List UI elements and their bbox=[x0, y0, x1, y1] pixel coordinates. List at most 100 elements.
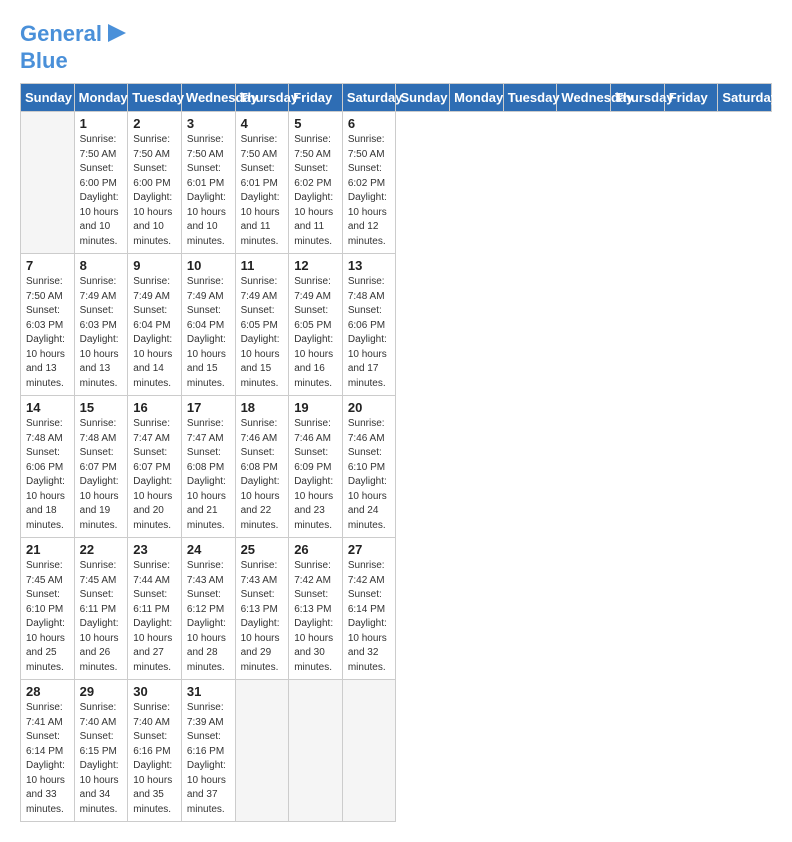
header-friday: Friday bbox=[289, 84, 343, 112]
day-number: 19 bbox=[294, 400, 337, 415]
calendar-cell: 27 Sunrise: 7:42 AMSunset: 6:14 PMDayligh… bbox=[342, 538, 396, 680]
day-number: 22 bbox=[80, 542, 123, 557]
logo-blue-text: Blue bbox=[20, 49, 68, 73]
day-info: Sunrise: 7:50 AMSunset: 6:01 PMDaylight:… bbox=[241, 133, 284, 249]
header-saturday: Saturday bbox=[342, 84, 396, 112]
day-number: 10 bbox=[187, 258, 230, 273]
calendar-cell: 2 Sunrise: 7:50 AMSunset: 6:00 PMDaylight… bbox=[128, 112, 182, 254]
calendar-cell bbox=[289, 680, 343, 822]
calendar-cell: 13 Sunrise: 7:48 AMSunset: 6:06 PMDayligh… bbox=[342, 254, 396, 396]
day-number: 20 bbox=[348, 400, 391, 415]
day-info: Sunrise: 7:49 AMSunset: 6:04 PMDaylight:… bbox=[187, 275, 230, 391]
day-number: 2 bbox=[133, 116, 176, 131]
calendar-cell: 5 Sunrise: 7:50 AMSunset: 6:02 PMDaylight… bbox=[289, 112, 343, 254]
calendar-week-5: 28Sunrise: 7:41 AMSunset: 6:14 PMDayligh… bbox=[21, 680, 772, 822]
day-info: Sunrise: 7:49 AMSunset: 6:05 PMDaylight:… bbox=[241, 275, 284, 391]
header-sunday: Sunday bbox=[21, 84, 75, 112]
day-number: 18 bbox=[241, 400, 284, 415]
calendar-cell: 23 Sunrise: 7:44 AMSunset: 6:11 PMDayligh… bbox=[128, 538, 182, 680]
calendar-cell: 14Sunrise: 7:48 AMSunset: 6:06 PMDayligh… bbox=[21, 396, 75, 538]
day-info: Sunrise: 7:42 AMSunset: 6:13 PMDaylight:… bbox=[294, 559, 337, 675]
col-header-friday: Friday bbox=[664, 84, 718, 112]
col-header-wednesday: Wednesday bbox=[557, 84, 611, 112]
calendar-table: SundayMondayTuesdayWednesdayThursdayFrid… bbox=[20, 83, 772, 822]
calendar-cell: 30Sunrise: 7:40 AMSunset: 6:16 PMDayligh… bbox=[128, 680, 182, 822]
calendar-cell: 19Sunrise: 7:46 AMSunset: 6:09 PMDayligh… bbox=[289, 396, 343, 538]
day-info: Sunrise: 7:47 AMSunset: 6:07 PMDaylight:… bbox=[133, 417, 176, 533]
calendar-cell: 25 Sunrise: 7:43 AMSunset: 6:13 PMDayligh… bbox=[235, 538, 289, 680]
day-number: 25 bbox=[241, 542, 284, 557]
day-number: 7 bbox=[26, 258, 69, 273]
day-number: 23 bbox=[133, 542, 176, 557]
logo-arrow-icon bbox=[106, 22, 128, 44]
day-info: Sunrise: 7:50 AMSunset: 6:00 PMDaylight:… bbox=[133, 133, 176, 249]
day-number: 3 bbox=[187, 116, 230, 131]
day-info: Sunrise: 7:40 AMSunset: 6:15 PMDaylight:… bbox=[80, 701, 123, 817]
day-info: Sunrise: 7:49 AMSunset: 6:03 PMDaylight:… bbox=[80, 275, 123, 391]
calendar-cell: 31 Sunrise: 7:39 AMSunset: 6:16 PMDayligh… bbox=[181, 680, 235, 822]
day-number: 31 bbox=[187, 684, 230, 699]
calendar-cell: 9Sunrise: 7:49 AMSunset: 6:04 PMDaylight… bbox=[128, 254, 182, 396]
day-info: Sunrise: 7:50 AMSunset: 6:02 PMDaylight:… bbox=[294, 133, 337, 249]
calendar-cell: 20 Sunrise: 7:46 AMSunset: 6:10 PMDayligh… bbox=[342, 396, 396, 538]
col-header-thursday: Thursday bbox=[611, 84, 665, 112]
day-info: Sunrise: 7:50 AMSunset: 6:02 PMDaylight:… bbox=[348, 133, 391, 249]
day-info: Sunrise: 7:47 AMSunset: 6:08 PMDaylight:… bbox=[187, 417, 230, 533]
day-number: 12 bbox=[294, 258, 337, 273]
col-header-tuesday: Tuesday bbox=[503, 84, 557, 112]
calendar-cell: 8 Sunrise: 7:49 AMSunset: 6:03 PMDaylight… bbox=[74, 254, 128, 396]
calendar-week-4: 21Sunrise: 7:45 AMSunset: 6:10 PMDayligh… bbox=[21, 538, 772, 680]
day-info: Sunrise: 7:42 AMSunset: 6:14 PMDaylight:… bbox=[348, 559, 391, 675]
calendar-cell: 10 Sunrise: 7:49 AMSunset: 6:04 PMDayligh… bbox=[181, 254, 235, 396]
day-info: Sunrise: 7:44 AMSunset: 6:11 PMDaylight:… bbox=[133, 559, 176, 675]
day-number: 11 bbox=[241, 258, 284, 273]
day-info: Sunrise: 7:48 AMSunset: 6:06 PMDaylight:… bbox=[348, 275, 391, 391]
calendar-week-2: 7Sunrise: 7:50 AMSunset: 6:03 PMDaylight… bbox=[21, 254, 772, 396]
header-thursday: Thursday bbox=[235, 84, 289, 112]
day-info: Sunrise: 7:41 AMSunset: 6:14 PMDaylight:… bbox=[26, 701, 69, 817]
day-info: Sunrise: 7:45 AMSunset: 6:10 PMDaylight:… bbox=[26, 559, 69, 675]
calendar-cell: 12Sunrise: 7:49 AMSunset: 6:05 PMDayligh… bbox=[289, 254, 343, 396]
calendar-cell bbox=[21, 112, 75, 254]
calendar-week-1: 1 Sunrise: 7:50 AMSunset: 6:00 PMDaylight… bbox=[21, 112, 772, 254]
day-info: Sunrise: 7:40 AMSunset: 6:16 PMDaylight:… bbox=[133, 701, 176, 817]
day-info: Sunrise: 7:43 AMSunset: 6:13 PMDaylight:… bbox=[241, 559, 284, 675]
header-tuesday: Tuesday bbox=[128, 84, 182, 112]
day-info: Sunrise: 7:46 AMSunset: 6:10 PMDaylight:… bbox=[348, 417, 391, 533]
calendar-cell: 4Sunrise: 7:50 AMSunset: 6:01 PMDaylight… bbox=[235, 112, 289, 254]
day-number: 8 bbox=[80, 258, 123, 273]
calendar-cell bbox=[342, 680, 396, 822]
calendar-cell: 22Sunrise: 7:45 AMSunset: 6:11 PMDayligh… bbox=[74, 538, 128, 680]
header-monday: Monday bbox=[74, 84, 128, 112]
logo-text: General bbox=[20, 22, 102, 46]
calendar-cell: 16 Sunrise: 7:47 AMSunset: 6:07 PMDayligh… bbox=[128, 396, 182, 538]
day-number: 15 bbox=[80, 400, 123, 415]
day-number: 17 bbox=[187, 400, 230, 415]
page-header: General Blue bbox=[20, 20, 772, 73]
day-info: Sunrise: 7:46 AMSunset: 6:08 PMDaylight:… bbox=[241, 417, 284, 533]
calendar-cell: 7Sunrise: 7:50 AMSunset: 6:03 PMDaylight… bbox=[21, 254, 75, 396]
day-info: Sunrise: 7:39 AMSunset: 6:16 PMDaylight:… bbox=[187, 701, 230, 817]
day-number: 13 bbox=[348, 258, 391, 273]
day-number: 5 bbox=[294, 116, 337, 131]
day-number: 29 bbox=[80, 684, 123, 699]
calendar-cell: 18 Sunrise: 7:46 AMSunset: 6:08 PMDayligh… bbox=[235, 396, 289, 538]
day-info: Sunrise: 7:50 AMSunset: 6:00 PMDaylight:… bbox=[80, 133, 123, 249]
day-number: 24 bbox=[187, 542, 230, 557]
calendar-cell: 6Sunrise: 7:50 AMSunset: 6:02 PMDaylight… bbox=[342, 112, 396, 254]
day-number: 14 bbox=[26, 400, 69, 415]
day-number: 16 bbox=[133, 400, 176, 415]
day-number: 9 bbox=[133, 258, 176, 273]
col-header-sunday: Sunday bbox=[396, 84, 450, 112]
day-number: 27 bbox=[348, 542, 391, 557]
logo: General Blue bbox=[20, 20, 128, 73]
calendar-week-3: 14Sunrise: 7:48 AMSunset: 6:06 PMDayligh… bbox=[21, 396, 772, 538]
calendar-cell: 15Sunrise: 7:48 AMSunset: 6:07 PMDayligh… bbox=[74, 396, 128, 538]
calendar-cell: 3 Sunrise: 7:50 AMSunset: 6:01 PMDaylight… bbox=[181, 112, 235, 254]
col-header-monday: Monday bbox=[450, 84, 504, 112]
day-info: Sunrise: 7:50 AMSunset: 6:01 PMDaylight:… bbox=[187, 133, 230, 249]
calendar-header-row: SundayMondayTuesdayWednesdayThursdayFrid… bbox=[21, 84, 772, 112]
day-info: Sunrise: 7:43 AMSunset: 6:12 PMDaylight:… bbox=[187, 559, 230, 675]
calendar-cell: 11 Sunrise: 7:49 AMSunset: 6:05 PMDayligh… bbox=[235, 254, 289, 396]
day-number: 1 bbox=[80, 116, 123, 131]
